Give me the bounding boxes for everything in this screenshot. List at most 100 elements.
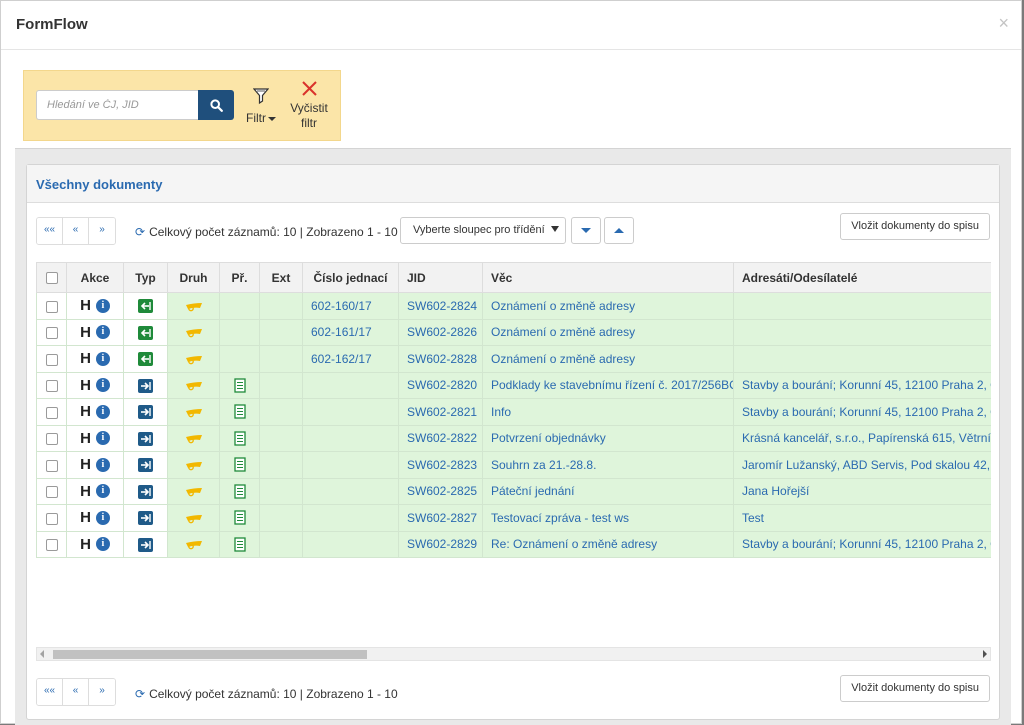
row-adresati[interactable]: Stavby a bourání; Korunní 45, 12100 Prah… <box>733 530 991 558</box>
table-row[interactable]: Hi SW602-2827 Testovací zpráva - test ws Te… <box>36 504 991 532</box>
row-vec[interactable]: Podklady ke stavebnímu řízení č. 2017/25… <box>482 371 734 399</box>
row-adresati[interactable] <box>733 345 991 373</box>
row-vec[interactable]: Oznámení o změně adresy <box>482 292 734 320</box>
row-adresati[interactable]: Stavby a bourání; Korunní 45, 12100 Prah… <box>733 398 991 426</box>
row-cislo-jednaci[interactable] <box>302 477 399 505</box>
search-button[interactable] <box>198 90 234 120</box>
history-action[interactable]: H <box>80 536 91 553</box>
insert-documents-button[interactable]: Vložit dokumenty do spisu <box>840 213 990 240</box>
search-input[interactable] <box>36 90 198 120</box>
row-vec[interactable]: Oznámení o změně adresy <box>482 345 734 373</box>
document-icon[interactable] <box>233 378 246 393</box>
row-adresati[interactable] <box>733 292 991 320</box>
refresh-icon[interactable]: ⟳ <box>135 225 145 239</box>
row-vec[interactable]: Info <box>482 398 734 426</box>
info-icon[interactable]: i <box>95 298 110 313</box>
table-row[interactable]: Hi SW602-2820 Podklady ke stavebnímu řízen… <box>36 371 991 399</box>
close-icon[interactable]: × <box>998 14 1009 32</box>
table-row[interactable]: Hi SW602-2825 Páteční jednání Jana Hořejší <box>36 477 991 505</box>
col-akce[interactable]: Akce <box>66 262 124 293</box>
row-adresati[interactable]: Jana Hořejší <box>733 477 991 505</box>
row-checkbox[interactable] <box>45 539 58 552</box>
table-row[interactable]: Hi 602-161/17 SW602-2826 Oznámení o změně a… <box>36 318 991 346</box>
row-checkbox[interactable] <box>45 486 58 499</box>
table-row[interactable]: Hi SW602-2829 Re: Oznámení o změně adresy S… <box>36 530 991 558</box>
row-cislo-jednaci[interactable]: 602-162/17 <box>302 345 399 373</box>
col-vec[interactable]: Věc <box>482 262 734 293</box>
first-page-button[interactable]: «« <box>37 679 63 705</box>
row-vec[interactable]: Testovací zpráva - test ws <box>482 504 734 532</box>
row-jid[interactable]: SW602-2822 <box>398 424 483 452</box>
history-action[interactable]: H <box>80 403 91 420</box>
row-adresati[interactable] <box>733 318 991 346</box>
info-icon[interactable]: i <box>95 378 110 393</box>
info-icon[interactable]: i <box>95 510 110 525</box>
row-checkbox[interactable] <box>45 353 58 366</box>
clear-filter-button[interactable]: Vyčistit filtr <box>289 80 329 131</box>
next-page-button[interactable]: » <box>89 218 115 244</box>
row-vec[interactable]: Potvrzení objednávky <box>482 424 734 452</box>
document-icon[interactable] <box>233 457 246 473</box>
document-icon[interactable] <box>233 537 246 552</box>
row-vec[interactable]: Oznámení o změně adresy <box>482 318 734 346</box>
row-cislo-jednaci[interactable] <box>302 451 399 479</box>
info-icon[interactable]: i <box>95 537 110 552</box>
table-row[interactable]: Hi SW602-2823 Souhrn za 21.-28.8. Jaromír L… <box>36 451 991 479</box>
row-jid[interactable]: SW602-2820 <box>398 371 483 399</box>
info-icon[interactable]: i <box>95 457 110 472</box>
row-vec[interactable]: Páteční jednání <box>482 477 734 505</box>
col-prilohy[interactable]: Př. <box>219 262 260 293</box>
row-adresati[interactable]: Test <box>733 504 991 532</box>
prev-page-button[interactable]: « <box>63 218 89 244</box>
table-row[interactable]: Hi SW602-2822 Potvrzení objednávky Krásná k… <box>36 424 991 452</box>
filter-button[interactable]: Filtr <box>244 87 278 125</box>
info-icon[interactable]: i <box>95 404 110 419</box>
next-page-button[interactable]: » <box>89 679 115 705</box>
row-jid[interactable]: SW602-2824 <box>398 292 483 320</box>
col-typ[interactable]: Typ <box>123 262 168 293</box>
row-cislo-jednaci[interactable]: 602-160/17 <box>302 292 399 320</box>
row-cislo-jednaci[interactable] <box>302 371 399 399</box>
row-vec[interactable]: Re: Oznámení o změně adresy <box>482 530 734 558</box>
row-checkbox[interactable] <box>45 380 58 393</box>
row-jid[interactable]: SW602-2827 <box>398 504 483 532</box>
row-vec[interactable]: Souhrn za 21.-28.8. <box>482 451 734 479</box>
insert-documents-button-bottom[interactable]: Vložit dokumenty do spisu <box>840 675 990 702</box>
row-jid[interactable]: SW602-2821 <box>398 398 483 426</box>
history-action[interactable]: H <box>80 509 91 526</box>
row-jid[interactable]: SW602-2829 <box>398 530 483 558</box>
row-cislo-jednaci[interactable] <box>302 398 399 426</box>
col-druh[interactable]: Druh <box>167 262 220 293</box>
row-jid[interactable]: SW602-2823 <box>398 451 483 479</box>
horizontal-scrollbar[interactable] <box>36 647 991 661</box>
info-icon[interactable]: i <box>95 431 110 446</box>
col-ext[interactable]: Ext <box>259 262 303 293</box>
row-checkbox[interactable] <box>45 433 58 446</box>
prev-page-button[interactable]: « <box>63 679 89 705</box>
row-checkbox[interactable] <box>45 459 58 472</box>
history-action[interactable]: H <box>80 324 91 341</box>
first-page-button[interactable]: «« <box>37 218 63 244</box>
row-cislo-jednaci[interactable] <box>302 504 399 532</box>
sort-column-select[interactable]: Vyberte sloupec pro třídění <box>400 217 566 244</box>
table-row[interactable]: Hi 602-162/17 SW602-2828 Oznámení o změně a… <box>36 345 991 373</box>
row-cislo-jednaci[interactable] <box>302 424 399 452</box>
document-icon[interactable] <box>233 404 246 420</box>
history-action[interactable]: H <box>80 297 91 314</box>
history-action[interactable]: H <box>80 456 91 473</box>
documents-table-wrap[interactable]: Akce Typ Druh Př. Ext Číslo jednací JID … <box>36 262 991 642</box>
sort-desc-button[interactable] <box>571 217 601 244</box>
info-icon[interactable]: i <box>95 484 110 499</box>
history-action[interactable]: H <box>80 377 91 394</box>
row-jid[interactable]: SW602-2825 <box>398 477 483 505</box>
table-row[interactable]: Hi 602-160/17 SW602-2824 Oznámení o změně a… <box>36 292 991 320</box>
document-icon[interactable] <box>233 484 246 499</box>
history-action[interactable]: H <box>80 430 91 447</box>
row-jid[interactable]: SW602-2828 <box>398 345 483 373</box>
info-icon[interactable]: i <box>95 351 110 366</box>
row-cislo-jednaci[interactable]: 602-161/17 <box>302 318 399 346</box>
scrollbar-thumb[interactable] <box>53 650 367 659</box>
document-icon[interactable] <box>233 510 246 526</box>
row-checkbox[interactable] <box>45 512 58 525</box>
row-checkbox[interactable] <box>45 300 58 313</box>
